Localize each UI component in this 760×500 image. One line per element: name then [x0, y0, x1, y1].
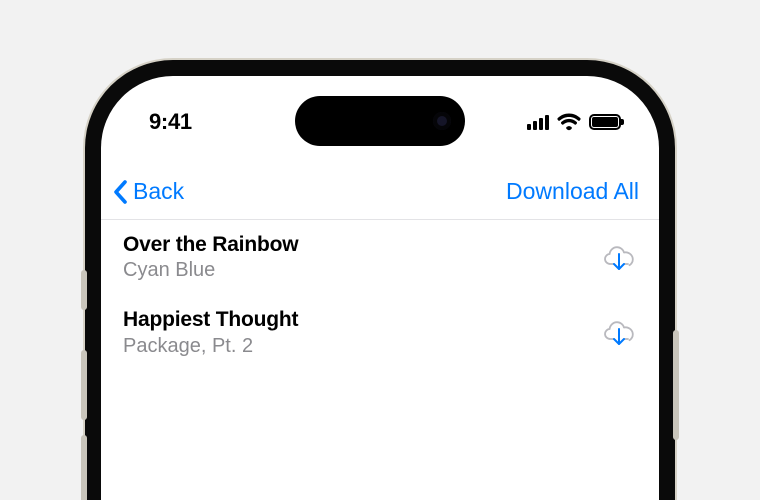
- back-button[interactable]: Back: [111, 178, 184, 206]
- item-title: Happiest Thought: [123, 307, 298, 333]
- item-subtitle: Cyan Blue: [123, 258, 298, 283]
- phone-frame: 9:41: [85, 60, 675, 500]
- screen: 9:41: [101, 76, 659, 500]
- cellular-signal-icon: [527, 114, 549, 130]
- list-item[interactable]: Happiest Thought Package, Pt. 2: [101, 295, 659, 370]
- wifi-icon: [557, 113, 581, 131]
- item-title: Over the Rainbow: [123, 232, 298, 258]
- back-button-label: Back: [133, 178, 184, 205]
- downloads-list: Over the Rainbow Cyan Blue Happiest Thou…: [101, 220, 659, 371]
- download-all-label: Download All: [506, 178, 639, 204]
- download-all-button[interactable]: Download All: [506, 178, 639, 205]
- volume-down-button: [81, 435, 87, 500]
- list-item[interactable]: Over the Rainbow Cyan Blue: [101, 220, 659, 295]
- status-time: 9:41: [149, 109, 192, 135]
- item-subtitle: Package, Pt. 2: [123, 334, 298, 359]
- volume-up-button: [81, 350, 87, 420]
- cloud-download-icon[interactable]: [601, 318, 637, 348]
- battery-icon: [589, 114, 621, 130]
- nav-bar: Back Download All: [101, 164, 659, 220]
- mute-switch: [81, 270, 87, 310]
- cloud-download-icon[interactable]: [601, 243, 637, 273]
- chevron-left-icon: [111, 178, 131, 206]
- status-bar: 9:41: [101, 76, 659, 152]
- side-button: [673, 330, 679, 440]
